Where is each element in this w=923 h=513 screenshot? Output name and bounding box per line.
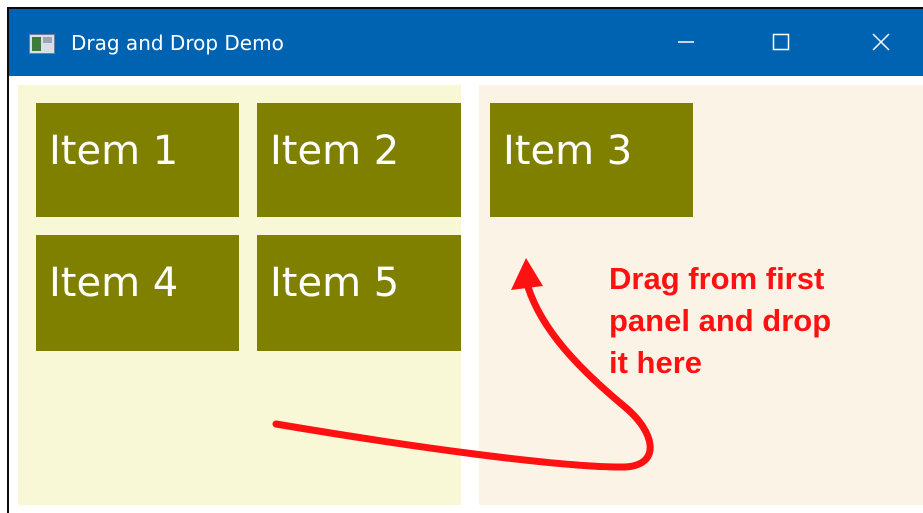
window-title: Drag and Drop Demo: [71, 31, 284, 55]
draggable-item[interactable]: Item 1: [36, 103, 239, 217]
title-bar[interactable]: Drag and Drop Demo: [9, 9, 923, 76]
draggable-item[interactable]: Item 4: [36, 235, 239, 351]
close-button[interactable]: [851, 17, 911, 67]
minimize-button[interactable]: [656, 17, 716, 67]
maximize-icon: [772, 33, 790, 51]
maximize-button[interactable]: [751, 17, 811, 67]
source-panel[interactable]: Item 1 Item 2 Item 4 Item 5: [18, 85, 461, 505]
app-window-icon: [29, 34, 55, 54]
draggable-item[interactable]: Item 2: [257, 103, 461, 217]
close-icon: [872, 33, 890, 51]
draggable-item[interactable]: Item 3: [490, 103, 693, 217]
drag-instruction-annotation: Drag from first panel and drop it here: [609, 261, 832, 380]
draggable-item[interactable]: Item 5: [257, 235, 461, 351]
minimize-icon: [678, 41, 694, 43]
